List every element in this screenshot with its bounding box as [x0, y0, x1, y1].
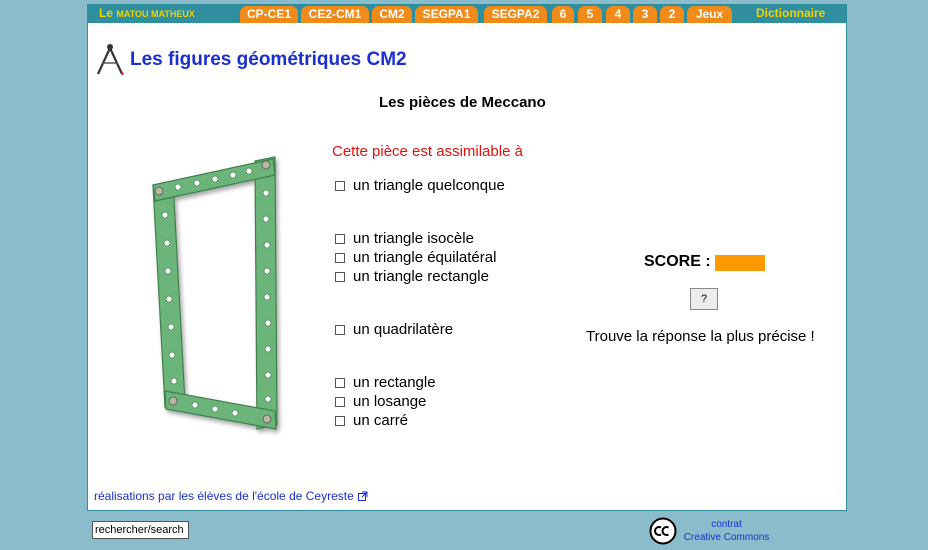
tab-segpa2[interactable]: SEGPA2 [484, 6, 547, 23]
checkbox[interactable] [335, 233, 345, 244]
brand-name: Matou matheux [116, 9, 195, 19]
tab-ce2-cm1[interactable]: CE2-CM1 [301, 6, 369, 23]
credits-link[interactable]: réalisations par les élèves de l'école d… [94, 489, 368, 503]
tab-5[interactable]: 5 [578, 6, 602, 23]
tab-cp-ce1[interactable]: CP-CE1 [240, 6, 298, 23]
option-rectangle[interactable]: un rectangle [335, 374, 436, 391]
checkbox[interactable] [335, 377, 345, 388]
option-triangle-quelconque[interactable]: un triangle quelconque [335, 177, 505, 194]
option-label: un losange [353, 393, 427, 410]
help-button[interactable]: ? [690, 288, 718, 310]
tab-3[interactable]: 3 [633, 6, 657, 23]
main-panel: Les figures géométriques CM2 Les pièces … [87, 23, 847, 511]
checkbox[interactable] [335, 324, 345, 335]
compass-icon [97, 44, 124, 76]
tab-6[interactable]: 6 [552, 6, 574, 23]
option-label: un rectangle [353, 374, 436, 391]
question-prompt: Cette pièce est assimilable à [332, 143, 523, 160]
checkbox[interactable] [335, 271, 345, 282]
tab-2[interactable]: 2 [660, 6, 684, 23]
option-label: un triangle isocèle [353, 230, 474, 247]
option-label: un triangle équilatéral [353, 249, 497, 266]
option-carre[interactable]: un carré [335, 412, 408, 429]
hint-text: Trouve la réponse la plus précise ! [586, 328, 815, 345]
option-triangle-isocele[interactable]: un triangle isocèle [335, 230, 474, 247]
top-nav-bar: Le Matou matheux CP-CE1 CE2-CM1 CM2 SEGP… [87, 4, 847, 23]
tab-cm2[interactable]: CM2 [372, 6, 412, 23]
tab-4[interactable]: 4 [606, 6, 630, 23]
tab-segpa1[interactable]: SEGPA1 [415, 6, 478, 23]
checkbox[interactable] [335, 396, 345, 407]
option-losange[interactable]: un losange [335, 393, 426, 410]
brand-prefix: Le [99, 6, 114, 20]
dictionary-link[interactable]: Dictionnaire [756, 6, 825, 20]
cc-line-2: Creative Commons [683, 532, 770, 543]
checkbox[interactable] [335, 180, 345, 191]
meccano-piece-image [152, 156, 278, 430]
checkbox[interactable] [335, 252, 345, 263]
option-quadrilatere[interactable]: un quadrilatère [335, 321, 453, 338]
checkbox[interactable] [335, 415, 345, 426]
site-brand-link[interactable]: Le Matou matheux [99, 6, 195, 20]
score-label: SCORE : [644, 253, 711, 270]
page-title: Les figures géométriques CM2 [130, 49, 407, 70]
tab-jeux[interactable]: Jeux [687, 6, 732, 23]
section-subtitle: Les pièces de Meccano [379, 94, 546, 111]
option-label: un carré [353, 412, 409, 429]
option-triangle-rectangle[interactable]: un triangle rectangle [335, 268, 489, 285]
creative-commons-icon[interactable] [649, 517, 677, 545]
search-input[interactable] [92, 521, 189, 539]
option-label: un triangle rectangle [353, 268, 489, 285]
option-label: un quadrilatère [353, 321, 454, 338]
option-triangle-equilateral[interactable]: un triangle équilatéral [335, 249, 496, 266]
cc-line-1: contrat [711, 519, 742, 530]
score-display [715, 255, 765, 271]
external-link-icon [357, 491, 368, 501]
credits-text: réalisations par les élèves de l'école d… [94, 489, 354, 503]
creative-commons-link[interactable]: contrat Creative Commons [679, 518, 774, 544]
option-label: un triangle quelconque [353, 177, 505, 194]
